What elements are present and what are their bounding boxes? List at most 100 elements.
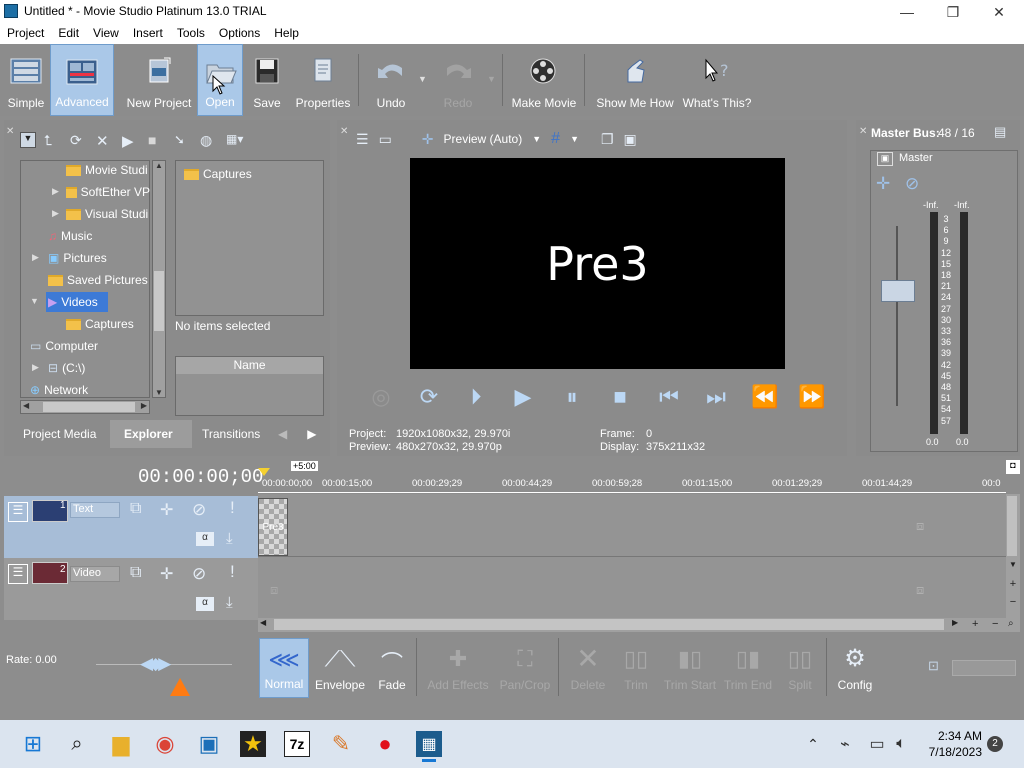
play-icon[interactable]: ▶	[122, 132, 140, 150]
tree-item-selected[interactable]: ▶ Videos	[46, 292, 108, 312]
master-close-icon[interactable]: ✕	[859, 126, 867, 137]
make-movie-button[interactable]: Make Movie	[508, 44, 580, 116]
track-solo-icon[interactable]: !	[230, 498, 235, 518]
compositing-mode-icon[interactable]: ⧉	[130, 564, 141, 582]
collapse-arrow-icon[interactable]: ▼	[30, 296, 39, 306]
track-fx-icon[interactable]: ✛	[160, 500, 173, 520]
tree-item[interactable]: Movie Studi	[66, 160, 150, 180]
auto-preview-icon[interactable]: ➘	[174, 132, 192, 148]
minimize-button[interactable]: —	[884, 0, 930, 24]
show-me-how-button[interactable]: Show Me How	[592, 44, 678, 116]
7zip-icon[interactable]: 7z	[284, 731, 310, 757]
start-icon[interactable]: ⊞	[20, 731, 46, 757]
expand-arrow-icon[interactable]: ▶	[32, 252, 39, 263]
scroll-right-icon[interactable]: ▶	[952, 618, 958, 627]
tree-item[interactable]: ⊕ Network	[30, 380, 150, 400]
track-mute-icon[interactable]: ⊘	[192, 500, 206, 520]
save-snapshot-icon[interactable]: ▣	[624, 131, 637, 148]
view-dropdown-icon[interactable]: ▼	[20, 132, 36, 148]
marker-toggle-icon[interactable]: ◘	[1006, 460, 1020, 474]
advanced-button[interactable]: Advanced	[50, 44, 114, 116]
tree-item[interactable]: ▭ Computer	[30, 336, 150, 356]
close-button[interactable]: ✕	[976, 0, 1022, 24]
alpha-icon[interactable]: α	[196, 532, 214, 546]
bus-fx-icon[interactable]: ✛	[876, 174, 890, 194]
network-status-icon[interactable]: ⌁	[832, 731, 858, 757]
trim-button[interactable]: ▯▯ Trim	[614, 638, 658, 698]
tree-horizontal-scrollbar[interactable]: ◀ ▶	[20, 400, 150, 414]
zoom-slider[interactable]	[952, 660, 1016, 676]
maximize-button[interactable]: ❐	[930, 0, 976, 24]
properties-button[interactable]: Properties	[293, 44, 353, 116]
text-event-clip[interactable]: Pre3	[258, 498, 288, 556]
photos-icon[interactable]: ▣	[196, 731, 222, 757]
menu-project[interactable]: Project	[0, 24, 51, 44]
make-compositing-child-icon[interactable]: ⤓	[226, 594, 233, 611]
scroll-right-icon[interactable]: ▶	[141, 401, 147, 410]
play-from-start-icon[interactable]: ⏵	[461, 382, 491, 412]
track-expand-icon[interactable]: ☰	[8, 502, 28, 522]
menu-options[interactable]: Options	[212, 24, 267, 44]
trim-end-button[interactable]: ▯▮ Trim End	[722, 638, 774, 698]
mute-icon[interactable]: ⊘	[905, 174, 919, 194]
zoom-out-horizontal-icon[interactable]: −	[992, 618, 998, 630]
play-icon[interactable]: ▶	[508, 382, 538, 412]
delete-icon[interactable]: ✕	[96, 132, 114, 150]
preview-quality-dropdown[interactable]: Preview (Auto)	[444, 132, 523, 146]
normal-edit-tool-button[interactable]: ⋘ Normal	[259, 638, 309, 698]
timeline-vertical-scrollbar[interactable]: ▼ + −	[1006, 494, 1020, 618]
config-button[interactable]: ⚙ Config	[832, 638, 878, 698]
tree-item[interactable]: ⊟ (C:\)	[48, 358, 150, 378]
split-screen-icon[interactable]: ✛	[422, 131, 434, 148]
name-column-header[interactable]: Name	[176, 357, 323, 374]
go-to-start-icon[interactable]: ⏮	[654, 382, 684, 412]
alpha-icon[interactable]: α	[196, 597, 214, 611]
scroll-thumb[interactable]	[154, 271, 164, 331]
split-button[interactable]: ▯▯ Split	[778, 638, 822, 698]
expand-arrow-icon[interactable]: ▶	[52, 208, 59, 219]
stop-icon[interactable]: ■	[148, 132, 166, 148]
pause-icon[interactable]: ⏸	[557, 382, 587, 412]
chevron-up-icon[interactable]: ⌃	[800, 731, 826, 757]
previous-frame-icon[interactable]: ⏪	[750, 382, 780, 412]
volume-icon[interactable]: 🔈︎	[888, 731, 914, 757]
tree-item[interactable]: Saved Pictures	[48, 270, 150, 290]
undo-dropdown-icon[interactable]: ▼	[418, 74, 427, 84]
tree-item[interactable]: Captures	[66, 314, 150, 334]
zoom-tool-icon[interactable]: ⌕	[1008, 618, 1014, 630]
trim-start-button[interactable]: ▮▯ Trim Start	[662, 638, 718, 698]
undo-button[interactable]: Undo	[368, 44, 414, 116]
loop-playback-icon[interactable]: ⟳	[414, 382, 444, 412]
rate-slider-handle[interactable]: ◀◆▶	[140, 654, 171, 674]
timeline-tracks-area[interactable]	[258, 494, 1006, 618]
tree-item[interactable]: ♫ Music	[48, 226, 150, 246]
go-to-end-icon[interactable]: ⏭	[701, 382, 731, 412]
tab-transitions[interactable]: Transitions	[192, 420, 264, 448]
open-button[interactable]: Open	[197, 44, 243, 116]
expand-arrow-icon[interactable]: ▶	[52, 186, 59, 197]
overlays-grid-icon[interactable]: #	[551, 130, 560, 148]
recorder-icon[interactable]: ●	[372, 731, 398, 757]
simple-button[interactable]: Simple	[4, 44, 48, 116]
external-monitor-icon[interactable]: ▭	[379, 131, 392, 148]
copy-snapshot-icon[interactable]: ❐	[601, 131, 614, 148]
menu-edit[interactable]: Edit	[51, 24, 86, 44]
rate-marker-icon[interactable]	[170, 678, 190, 696]
master-volume-fader[interactable]	[881, 280, 915, 302]
scroll-left-icon[interactable]: ◀	[23, 401, 29, 410]
loop-region-marker[interactable]	[258, 468, 270, 476]
views-icon[interactable]: ▦▾	[226, 132, 252, 148]
search-icon[interactable]: ⌕	[64, 731, 90, 757]
preview-properties-icon[interactable]: ☰	[356, 131, 369, 148]
tree-vertical-scrollbar[interactable]: ▲ ▼	[152, 160, 166, 398]
next-frame-icon[interactable]: ⏩	[797, 382, 827, 412]
tree-item[interactable]: ▣ Pictures	[48, 248, 150, 268]
redo-dropdown-icon[interactable]: ▼	[487, 74, 496, 84]
clock-date[interactable]: 7/18/2023	[918, 745, 982, 759]
delete-button[interactable]: ✕ Delete	[566, 638, 610, 698]
menu-view[interactable]: View	[86, 24, 126, 44]
scroll-thumb[interactable]	[1007, 496, 1017, 556]
tree-item[interactable]: Visual Studi	[66, 204, 150, 224]
chrome-icon[interactable]: ◉	[152, 731, 178, 757]
track-solo-icon[interactable]: !	[230, 562, 235, 582]
